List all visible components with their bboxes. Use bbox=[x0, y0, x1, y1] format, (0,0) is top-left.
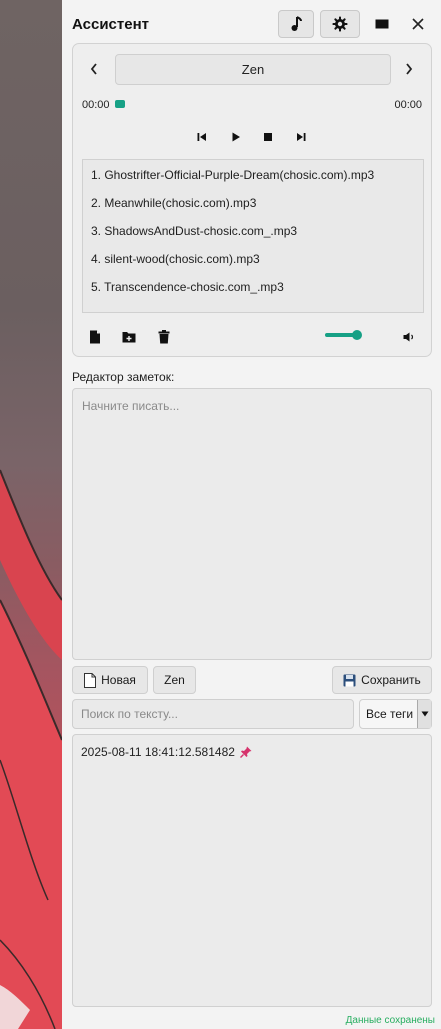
delete-track-button[interactable] bbox=[154, 327, 174, 347]
time-total: 00:00 bbox=[394, 99, 422, 111]
trash-icon bbox=[158, 330, 170, 344]
next-preset-button[interactable] bbox=[397, 55, 421, 83]
window-button[interactable] bbox=[367, 10, 397, 38]
floppy-disk-icon bbox=[343, 674, 356, 686]
playlist-item[interactable]: 1. Ghostrifter-Official-Purple-Dream(cho… bbox=[83, 163, 423, 191]
settings-button[interactable] bbox=[320, 10, 360, 38]
folder-plus-icon bbox=[122, 332, 136, 343]
play-button[interactable] bbox=[224, 127, 248, 147]
new-note-label: Новая bbox=[101, 673, 136, 687]
progress-slider[interactable] bbox=[115, 100, 125, 108]
app-title: Ассистент bbox=[72, 16, 149, 33]
chevron-down-icon bbox=[421, 711, 428, 717]
chevron-left-icon bbox=[90, 63, 97, 75]
status-message: Данные сохранены bbox=[345, 1015, 435, 1026]
close-icon bbox=[412, 18, 424, 30]
next-track-button[interactable] bbox=[289, 127, 313, 147]
notes-editor-label: Редактор заметок: bbox=[72, 370, 175, 384]
desktop-wallpaper bbox=[0, 0, 62, 1029]
notes-list: 2025-08-11 18:41:12.581482 bbox=[72, 734, 432, 1007]
note-timestamp: 2025-08-11 18:41:12.581482 bbox=[81, 745, 235, 759]
dropdown-arrow[interactable] bbox=[417, 700, 431, 728]
music-button[interactable] bbox=[278, 10, 314, 38]
add-file-button[interactable] bbox=[85, 327, 105, 347]
playlist-item[interactable]: 5. Transcendence-chosic.com_.mp3 bbox=[83, 275, 423, 303]
stop-icon bbox=[264, 133, 272, 141]
play-icon bbox=[232, 132, 240, 142]
search-input[interactable] bbox=[73, 700, 353, 728]
gear-icon bbox=[332, 16, 348, 32]
music-note-icon bbox=[291, 16, 302, 31]
music-player: Zen 00:00 00:00 1. Ghostrifter-Official-… bbox=[72, 43, 432, 357]
preset-selector[interactable]: Zen bbox=[115, 54, 391, 85]
tags-filter-value: Все теги bbox=[366, 707, 414, 721]
playlist-item[interactable]: 4. silent-wood(chosic.com).mp3 bbox=[83, 247, 423, 275]
time-current: 00:00 bbox=[82, 99, 110, 111]
search-field bbox=[72, 699, 354, 729]
skip-back-icon bbox=[197, 133, 206, 141]
chevron-right-icon bbox=[406, 63, 413, 75]
save-button[interactable]: Сохранить bbox=[332, 666, 432, 694]
file-icon bbox=[90, 330, 100, 344]
window-icon bbox=[375, 19, 389, 29]
playlist-item[interactable]: 3. ShadowsAndDust-chosic.com_.mp3 bbox=[83, 219, 423, 247]
speaker-icon bbox=[403, 332, 414, 342]
playlist-item[interactable]: 2. Meanwhile(chosic.com).mp3 bbox=[83, 191, 423, 219]
blank-page-icon bbox=[84, 672, 97, 688]
playlist: 1. Ghostrifter-Official-Purple-Dream(cho… bbox=[82, 159, 424, 313]
volume-slider-thumb[interactable] bbox=[352, 330, 362, 340]
zen-mode-label: Zen bbox=[164, 673, 185, 687]
zen-mode-button[interactable]: Zen bbox=[153, 666, 196, 694]
volume-button[interactable] bbox=[399, 327, 419, 347]
stop-button[interactable] bbox=[256, 127, 280, 147]
notes-textarea[interactable] bbox=[73, 389, 431, 659]
add-folder-button[interactable] bbox=[119, 327, 139, 347]
skip-forward-icon bbox=[297, 133, 306, 141]
new-note-button[interactable]: Новая bbox=[72, 666, 148, 694]
pin-icon bbox=[239, 746, 252, 758]
notes-editor bbox=[72, 388, 432, 660]
assistant-panel: Ассистент Zen 00:00 00:00 1. Ghostrifter… bbox=[62, 0, 441, 1029]
close-button[interactable] bbox=[403, 10, 433, 38]
save-label: Сохранить bbox=[361, 673, 421, 687]
list-item[interactable]: 2025-08-11 18:41:12.581482 bbox=[81, 745, 252, 759]
tags-filter-select[interactable]: Все теги bbox=[359, 699, 432, 729]
previous-track-button[interactable] bbox=[190, 127, 214, 147]
prev-preset-button[interactable] bbox=[82, 55, 106, 83]
